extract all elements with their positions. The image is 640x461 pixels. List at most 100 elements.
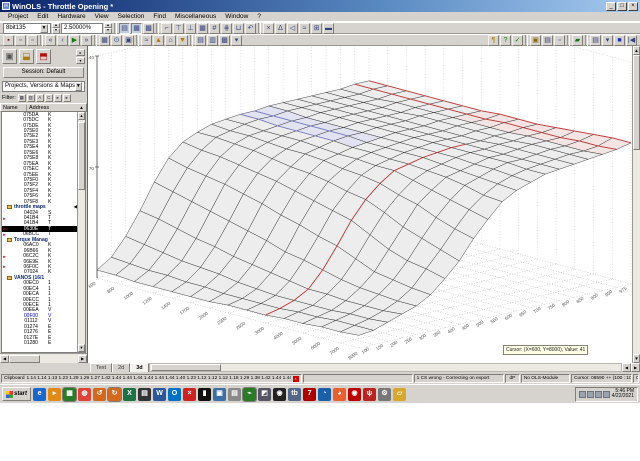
save-session-button[interactable]: ▣ xyxy=(2,48,17,64)
first-version-button[interactable]: « xyxy=(45,34,56,46)
map-list-header[interactable]: Name Address ▲ xyxy=(0,103,87,112)
menu-find[interactable]: Find xyxy=(149,13,170,20)
capture-icon[interactable]: ◉ xyxy=(273,387,287,401)
cell-width-button[interactable]: ⊔ xyxy=(233,22,244,34)
project-open-button[interactable]: ▫ xyxy=(15,34,26,46)
wrench-icon[interactable]: ⚙ xyxy=(378,387,392,401)
puzzle-icon[interactable]: ◩ xyxy=(258,387,272,401)
antenna-icon[interactable]: ψ xyxy=(363,387,377,401)
tab-3d[interactable]: 3d xyxy=(130,363,149,372)
photos-icon[interactable]: ▤ xyxy=(138,387,152,401)
scroll-up-icon[interactable]: ▲ xyxy=(633,46,640,55)
zoom-button[interactable]: ⊙ xyxy=(111,34,122,46)
tray-icon[interactable] xyxy=(594,390,602,398)
tray-icon[interactable] xyxy=(602,390,610,398)
copper2-icon[interactable]: ↻ xyxy=(107,386,123,402)
scroll-down-icon[interactable]: ▼ xyxy=(78,344,85,352)
panel-up-button[interactable]: ▸ xyxy=(76,48,85,56)
format-row-bottom-button[interactable]: ⊥ xyxy=(185,22,196,34)
media-player-icon[interactable]: ▸ xyxy=(48,387,62,401)
word-icon[interactable]: W xyxy=(153,387,167,401)
curve-button[interactable]: ≈ xyxy=(299,22,310,34)
factor-combo[interactable]: 2.50000% xyxy=(61,22,103,34)
format-row-top-button[interactable]: ⊤ xyxy=(173,22,184,34)
minimize-button[interactable]: _ xyxy=(606,1,616,11)
scroll-left-icon[interactable]: ◀ xyxy=(622,363,631,372)
filter-c-button[interactable]: C xyxy=(44,94,53,102)
maximize-button[interactable]: □ xyxy=(617,1,627,11)
hex-view-button[interactable]: # xyxy=(209,22,220,34)
session-button[interactable]: Session: Default xyxy=(3,67,84,78)
home-button[interactable]: ⌂ xyxy=(165,34,176,46)
scroll-down-icon[interactable]: ▼ xyxy=(633,354,640,363)
start-button[interactable]: start xyxy=(2,387,32,401)
format-column-left-button[interactable]: ⌐ xyxy=(161,22,172,34)
bookmark-button[interactable]: ¶ xyxy=(488,34,499,46)
filter-all-button[interactable]: ▦ xyxy=(17,94,26,102)
signal-button[interactable]: ≈ xyxy=(141,34,152,46)
map-text-button[interactable]: ▤ xyxy=(195,34,206,46)
menu-miscellaneous[interactable]: Miscellaneous xyxy=(171,13,220,20)
ie-icon[interactable]: e xyxy=(33,387,47,401)
factor-spinner[interactable]: ▲ ▼ xyxy=(104,22,112,34)
checksum-button[interactable]: ▰ xyxy=(572,34,583,46)
properties-dropdown[interactable]: ▾ xyxy=(602,34,613,46)
panel-menu-button[interactable]: ▾ xyxy=(76,56,85,64)
next-version-button[interactable]: » xyxy=(81,34,92,46)
close-app-icon[interactable]: × xyxy=(183,387,197,401)
excel-icon[interactable]: X xyxy=(123,387,137,401)
scroll-thumb[interactable] xyxy=(78,122,85,190)
folder-yellow-icon[interactable]: ▱ xyxy=(393,387,407,401)
goto-first-button[interactable]: |◀ xyxy=(626,34,637,46)
scroll-up-icon[interactable]: ▲ xyxy=(78,112,85,120)
format-spinner[interactable]: ▲ ▼ xyxy=(52,22,60,34)
dec-view-button[interactable]: ⋕ xyxy=(221,22,232,34)
notepad-icon[interactable]: ▤ xyxy=(228,387,242,401)
filter-apply-button[interactable]: ▸ xyxy=(62,94,71,102)
prev-diff-button[interactable]: ◁ xyxy=(287,22,298,34)
scroll-thumb[interactable] xyxy=(9,354,41,363)
browser-icon[interactable]: ◕ xyxy=(333,387,347,401)
menu-edit[interactable]: Edit xyxy=(33,13,52,20)
tab-2d[interactable]: 2d xyxy=(112,363,131,372)
map-3d-button[interactable]: ▩ xyxy=(219,34,230,46)
map-2d-button[interactable]: ▥ xyxy=(207,34,218,46)
scroll-thumb[interactable] xyxy=(633,55,640,151)
properties-button[interactable]: ▤ xyxy=(590,34,601,46)
view-2d-button[interactable]: ▦ xyxy=(131,22,142,34)
format-grid-button[interactable]: ▦ xyxy=(197,22,208,34)
window-split-button[interactable]: ⊞ xyxy=(311,22,322,34)
map-row[interactable]: 01280 E xyxy=(2,340,77,346)
eprom-button[interactable]: ▪ xyxy=(3,34,14,46)
map-3d-view[interactable]: 70 140 600 800 1000 1200 1400 1700 2000 2300 2600 3… xyxy=(86,0,640,363)
console-icon[interactable]: ▮ xyxy=(198,387,212,401)
scroll-right-icon[interactable]: ▶ xyxy=(78,354,87,363)
map-list-vscrollbar[interactable]: ▲ ▼ xyxy=(77,112,85,352)
record-icon[interactable]: ◉ xyxy=(348,387,362,401)
clipboard-clear-icon[interactable]: × xyxy=(292,375,299,382)
selection-color-button[interactable]: ■ xyxy=(614,34,625,46)
apply-button[interactable]: ✓ xyxy=(512,34,523,46)
nav-up-button[interactable]: ▲ xyxy=(153,34,164,46)
menu-selection[interactable]: Selection xyxy=(114,13,149,20)
window-list-button[interactable]: ▦ xyxy=(99,34,110,46)
filter-next-button[interactable]: ▸ xyxy=(53,94,62,102)
menu-hardware[interactable]: Hardware xyxy=(53,13,89,20)
chrome-icon[interactable]: ◍ xyxy=(78,387,92,401)
list-mode-button[interactable]: ▬ xyxy=(323,22,334,34)
close-button[interactable]: × xyxy=(628,1,638,11)
help-button[interactable]: ? xyxy=(500,34,511,46)
explorer-icon[interactable]: ▣ xyxy=(213,387,227,401)
plot-vscrollbar[interactable]: ▲ ▼ xyxy=(632,46,640,363)
firefox-icon[interactable]: ◔ xyxy=(318,387,332,401)
column-address[interactable]: Address xyxy=(27,105,77,111)
combo-arrow-icon[interactable]: ▼ xyxy=(74,82,82,91)
scroll-thumb[interactable] xyxy=(150,364,221,371)
sevenzip-icon[interactable]: 7 xyxy=(303,387,317,401)
tray-icon[interactable] xyxy=(578,390,586,398)
menu-window[interactable]: Window xyxy=(221,13,252,20)
maps-new-button[interactable]: ▫ xyxy=(554,34,565,46)
menu-project[interactable]: Project xyxy=(4,13,32,20)
plot-hscrollbar[interactable] xyxy=(148,363,622,372)
maps-list-button[interactable]: ▤ xyxy=(542,34,553,46)
